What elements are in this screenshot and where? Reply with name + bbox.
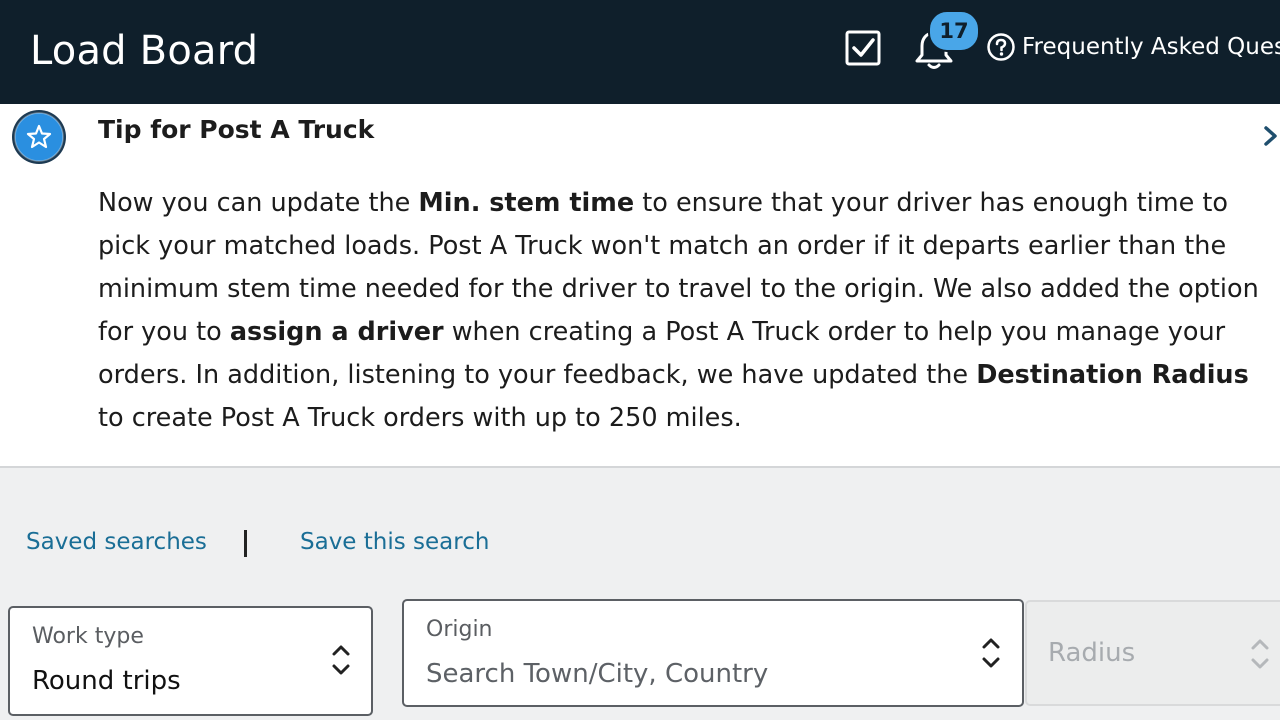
tip-title: Tip for Post A Truck xyxy=(98,115,375,144)
assign-driver-term: assign a driver xyxy=(229,317,444,347)
saved-searches-link[interactable]: Saved searches xyxy=(26,524,207,560)
star-icon xyxy=(12,110,66,164)
work-type-value: Round trips xyxy=(32,666,181,696)
up-down-chevron-icon xyxy=(982,638,1000,668)
work-type-select[interactable]: Work type Round trips xyxy=(8,606,373,716)
chevron-right-icon[interactable] xyxy=(1262,122,1280,150)
tip-panel: Tip for Post A Truck Now you can update … xyxy=(0,104,1280,468)
faq-link[interactable]: Frequently Asked Questions xyxy=(986,30,1280,64)
link-separator xyxy=(244,530,247,557)
radius-select[interactable]: Radius xyxy=(1025,600,1280,706)
radius-placeholder: Radius xyxy=(1048,638,1136,668)
page-title: Load Board xyxy=(30,28,259,74)
faq-label: Frequently Asked Questions xyxy=(1022,34,1280,60)
origin-label: Origin xyxy=(426,617,493,642)
tip-body: Now you can update the Min. stem time to… xyxy=(98,188,1259,433)
up-down-chevron-icon xyxy=(1251,639,1269,669)
destination-radius-term: Destination Radius xyxy=(976,360,1249,390)
checkbox-icon[interactable] xyxy=(845,30,881,66)
origin-input[interactable]: Search Town/City, Country xyxy=(426,659,768,689)
up-down-chevron-icon xyxy=(332,645,350,675)
question-circle-icon xyxy=(987,33,1015,61)
min-stem-time-term: Min. stem time xyxy=(418,188,635,218)
top-navigation-bar: Load Board 17 Frequently Asked Questions xyxy=(0,0,1280,104)
notification-count-badge: 17 xyxy=(928,10,980,52)
origin-select[interactable]: Origin Search Town/City, Country xyxy=(402,599,1024,707)
save-this-search-link[interactable]: Save this search xyxy=(300,524,489,560)
work-type-label: Work type xyxy=(32,624,144,649)
